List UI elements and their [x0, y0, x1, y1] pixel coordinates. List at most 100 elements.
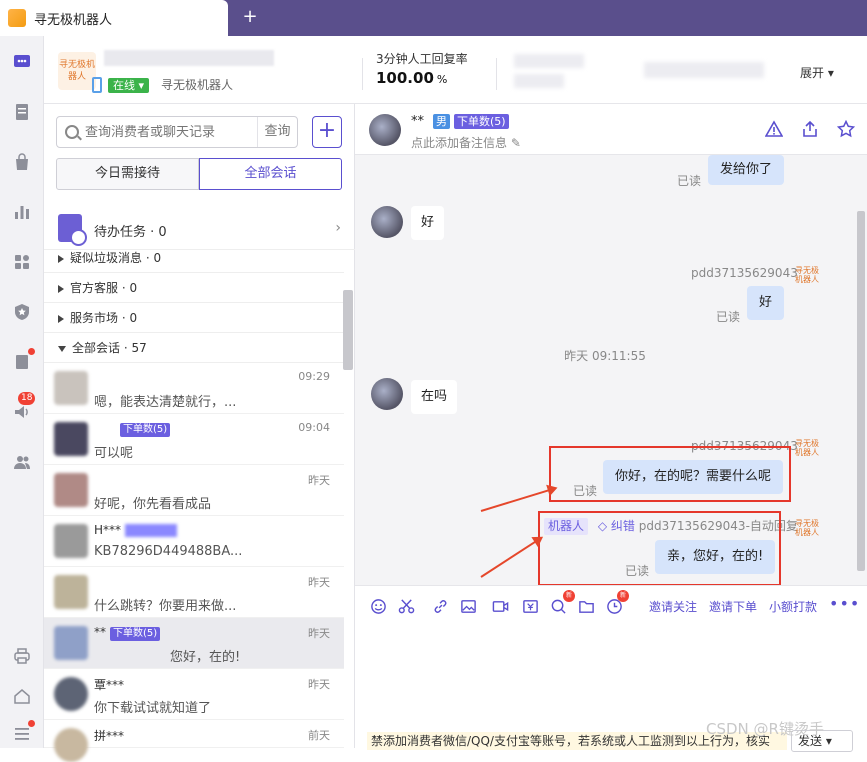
group-spam[interactable]: 疑似垃圾消息 · 0 [44, 243, 344, 273]
emoji-icon[interactable] [369, 597, 387, 615]
message-sender: pdd37135629043 [691, 266, 798, 280]
conversation-item[interactable]: 下单数(5) 09:04 可以呢 [44, 414, 344, 465]
printer-icon[interactable] [8, 642, 36, 670]
shop-owner-name: 寻无极机器人 [161, 78, 234, 92]
share-icon[interactable] [801, 120, 819, 138]
triangle-down-icon [58, 345, 66, 352]
message-bubble-out: 发给你了 [708, 155, 785, 185]
message-bubble-out: 好 [747, 286, 785, 320]
search-icon [65, 125, 79, 139]
video-icon[interactable] [491, 597, 509, 615]
robot-avatar: 寻无极机器人 [795, 439, 819, 457]
shield-icon[interactable] [8, 298, 36, 326]
link-icon[interactable] [431, 597, 449, 615]
conversation-scrollbar[interactable] [343, 290, 353, 370]
group-official[interactable]: 官方客服 · 0 [44, 273, 344, 303]
conversation-item[interactable]: 昨天 什么跳转？你要用来做... [44, 567, 344, 618]
chat-panel: ** 男 下单数(5) 点此添加备注信息 ✎ 发给你了 已读 好 pdd3713… [355, 104, 867, 752]
conversation-name: ** 下单数(5) [94, 625, 161, 641]
home-icon[interactable] [8, 682, 36, 710]
order-count-tag: 下单数(5) [110, 627, 161, 641]
timestamp: 昨天 09:11:55 [564, 349, 646, 363]
read-status: 已读 [716, 310, 741, 324]
conversation-preview: 嗯，能表达清楚就行，... [94, 395, 237, 410]
small-payment-link[interactable]: 小额打款 [769, 598, 817, 615]
conversation-item[interactable]: 昨天 好呢，你先看看成品 [44, 465, 344, 516]
search-input[interactable] [85, 124, 255, 140]
bag-icon[interactable] [8, 148, 36, 176]
conversation-name: 拼*** [94, 729, 125, 743]
watermark: CSDN @R键烫手 [706, 720, 824, 738]
avatar [54, 575, 88, 609]
conversation-item-selected[interactable]: ** 下单数(5) 昨天 您好，在的! [44, 618, 344, 669]
annotation-arrow [480, 536, 542, 578]
add-button[interactable]: + [312, 116, 342, 148]
avatar [54, 626, 88, 660]
expand-button[interactable]: 展开 ▾ [800, 64, 834, 81]
conversation-time: 09:04 [298, 421, 330, 434]
triangle-right-icon [58, 314, 64, 323]
conversation-preview: 您好，在的! [170, 650, 241, 665]
conversation-item[interactable]: H*** KB78296D449488BA... [44, 516, 344, 567]
new-tab-button[interactable]: + [240, 6, 260, 28]
document-icon[interactable] [8, 98, 36, 126]
menu-icon[interactable] [8, 720, 36, 748]
phone-icon [92, 77, 102, 93]
menu-notification-dot [28, 720, 35, 727]
side-rail: 18 [0, 36, 44, 748]
avatar [54, 473, 88, 507]
folder-icon[interactable] [577, 597, 595, 615]
conversation-preview: KB78296D449488BA... [94, 544, 243, 559]
invite-follow-link[interactable]: 邀请关注 [649, 598, 697, 615]
online-status-dropdown[interactable]: 在线 ▾ [108, 78, 150, 93]
shop-header: 寻无极机器人 在线 ▾ 寻无极机器人 3分钟人工回复率 100.00% 展开 ▾ [44, 36, 867, 104]
order-count-tag: 下单数(5) [454, 114, 509, 129]
app-tab[interactable]: 寻无极机器人 [0, 0, 228, 36]
avatar [54, 371, 88, 405]
image-icon[interactable] [459, 597, 477, 615]
bookmark-icon[interactable] [8, 348, 36, 376]
conversation-preview: 可以呢 [94, 446, 134, 461]
conversation-name: 下单数(5) [94, 421, 171, 437]
message-input[interactable] [355, 625, 867, 729]
conversation-time: 昨天 [308, 678, 330, 691]
triangle-right-icon [58, 284, 64, 293]
scissors-icon[interactable] [397, 597, 415, 615]
group-all[interactable]: 全部会话 · 57 [44, 333, 344, 363]
divider [496, 58, 497, 90]
search-button[interactable]: 查询 [257, 117, 297, 147]
group-market[interactable]: 服务市场 · 0 [44, 303, 344, 333]
speaker-badge: 18 [18, 392, 36, 405]
tab-all-sessions[interactable]: 全部会话 [199, 158, 342, 190]
warning-icon[interactable] [765, 120, 783, 138]
annotation-arrow [480, 487, 556, 512]
message-bubble-in: 好 [411, 206, 445, 240]
title-bar: 寻无极机器人 + [0, 0, 867, 36]
add-note-link[interactable]: 点此添加备注信息 ✎ [411, 134, 521, 151]
todo-clock-icon [58, 214, 87, 246]
users-icon[interactable] [8, 448, 36, 476]
customer-name: ** [411, 114, 424, 129]
invite-order-link[interactable]: 邀请下单 [709, 598, 757, 615]
shop-name-redacted [104, 50, 274, 66]
star-icon[interactable] [837, 120, 855, 138]
chat-icon[interactable] [8, 48, 36, 76]
shop-logo: 寻无极机器人 [58, 52, 96, 90]
message-scrollbar[interactable] [855, 155, 867, 585]
speaker-icon[interactable]: 18 [8, 392, 36, 426]
chart-icon[interactable] [8, 198, 36, 226]
scrollbar-thumb[interactable] [857, 211, 865, 571]
apps-icon[interactable] [8, 248, 36, 276]
conversation-name: H*** [94, 523, 178, 537]
coupon-icon[interactable] [521, 597, 539, 615]
triangle-right-icon [58, 254, 64, 263]
more-icon[interactable]: ••• [829, 594, 860, 613]
search-box: 查询 [56, 116, 298, 148]
conversation-item[interactable]: 拼*** 前天 [44, 720, 344, 762]
tab-today[interactable]: 今日需接待 [56, 158, 199, 190]
conversation-item[interactable]: 09:29 嗯，能表达清楚就行，... [44, 363, 344, 414]
robot-avatar: 寻无极机器人 [795, 519, 819, 537]
conversation-item[interactable]: 覃*** 昨天 你下载试试就知道了 [44, 669, 344, 720]
redacted-tag [125, 524, 178, 537]
gender-tag: 男 [433, 114, 450, 129]
